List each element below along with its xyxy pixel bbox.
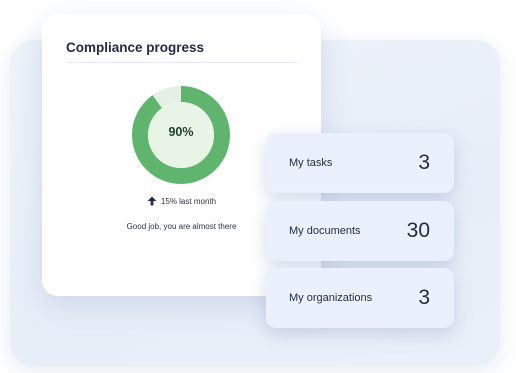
delta-text: 15% last month (160, 197, 217, 206)
card-title: Compliance progress (66, 40, 205, 55)
stat-card-my-tasks[interactable]: My tasks 3 (266, 133, 454, 193)
arrow-up-icon (147, 196, 157, 206)
stat-value: 30 (406, 219, 430, 242)
stat-label: My organizations (289, 292, 373, 304)
divider (66, 62, 297, 63)
progress-value-label: 90% (168, 125, 194, 139)
stat-label: My documents (289, 225, 361, 237)
stat-value: 3 (418, 151, 430, 174)
stat-card-my-organizations[interactable]: My organizations 3 (266, 268, 454, 328)
stat-value: 3 (418, 286, 430, 309)
stat-label: My tasks (289, 157, 333, 169)
stat-card-my-documents[interactable]: My documents 30 (266, 201, 454, 261)
